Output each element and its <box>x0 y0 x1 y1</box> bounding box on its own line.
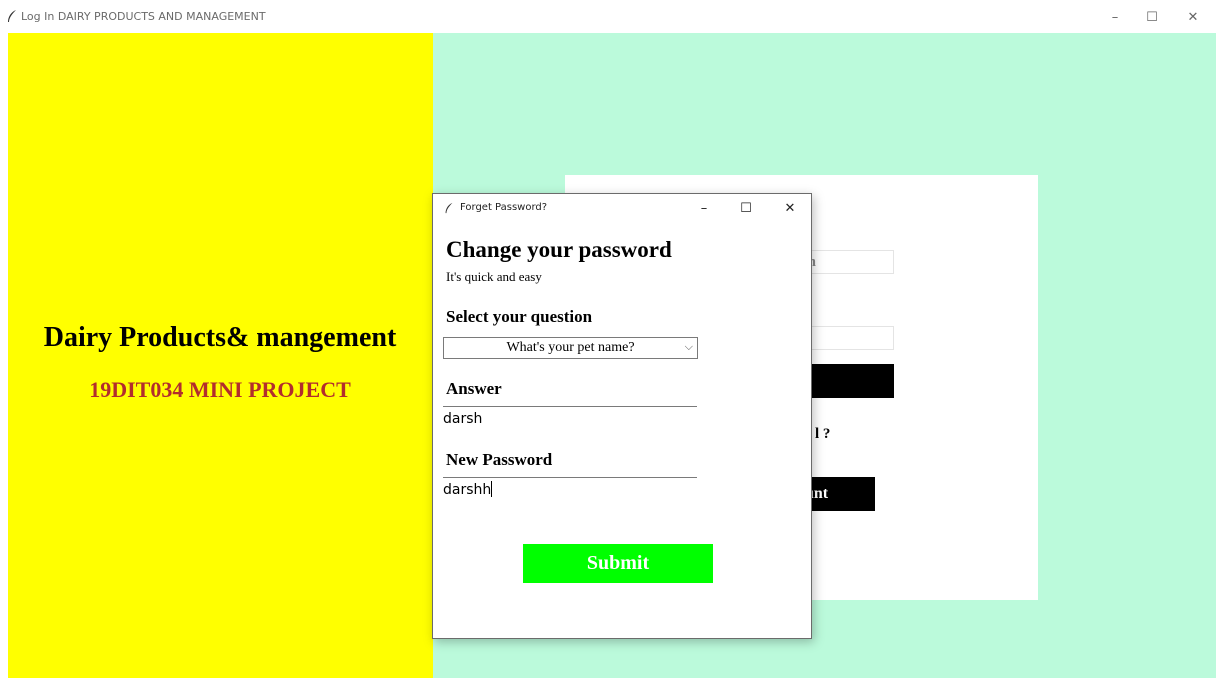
project-subtitle: 19DIT034 MINI PROJECT <box>89 377 351 402</box>
branding-panel: Dairy Products& mangement 19DIT034 MINI … <box>8 33 433 678</box>
security-question-value: What's your pet name? <box>506 340 635 355</box>
maximize-button[interactable]: ☐ <box>1137 6 1167 28</box>
dialog-maximize-button[interactable]: ☐ <box>733 198 759 218</box>
submit-button[interactable]: Submit <box>523 544 713 583</box>
text-cursor <box>491 481 493 497</box>
new-password-value: darshh <box>443 482 492 498</box>
new-password-label: New Password <box>446 450 553 469</box>
question-label: Select your question <box>446 307 593 326</box>
app-title: Dairy Products& mangement <box>43 322 397 353</box>
new-password-input[interactable]: darshh <box>443 477 697 499</box>
dialog-minimize-button[interactable]: – <box>691 198 717 218</box>
minimize-button[interactable]: – <box>1100 6 1130 28</box>
dialog-titlebar: Forget Password? – ☐ ✕ <box>433 194 811 222</box>
forget-password-dialog: Forget Password? – ☐ ✕ Change your passw… <box>432 193 812 639</box>
window-title: Log In DAIRY PRODUCTS AND MANAGEMENT <box>21 10 266 23</box>
feather-icon <box>8 10 16 22</box>
chevron-down-icon: ⌵ <box>684 340 693 353</box>
window-titlebar: Log In DAIRY PRODUCTS AND MANAGEMENT – ☐… <box>0 0 1216 33</box>
dialog-title: Forget Password? <box>460 202 548 213</box>
feather-icon <box>445 202 453 214</box>
dialog-close-button[interactable]: ✕ <box>777 198 803 218</box>
dialog-subheading: It's quick and easy <box>446 269 542 284</box>
answer-input[interactable]: darsh <box>443 406 697 428</box>
security-question-select[interactable]: What's your pet name? ⌵ <box>443 337 698 359</box>
close-button[interactable]: ✕ <box>1178 6 1208 28</box>
answer-label: Answer <box>446 379 502 398</box>
dialog-heading: Change your password <box>446 237 672 262</box>
